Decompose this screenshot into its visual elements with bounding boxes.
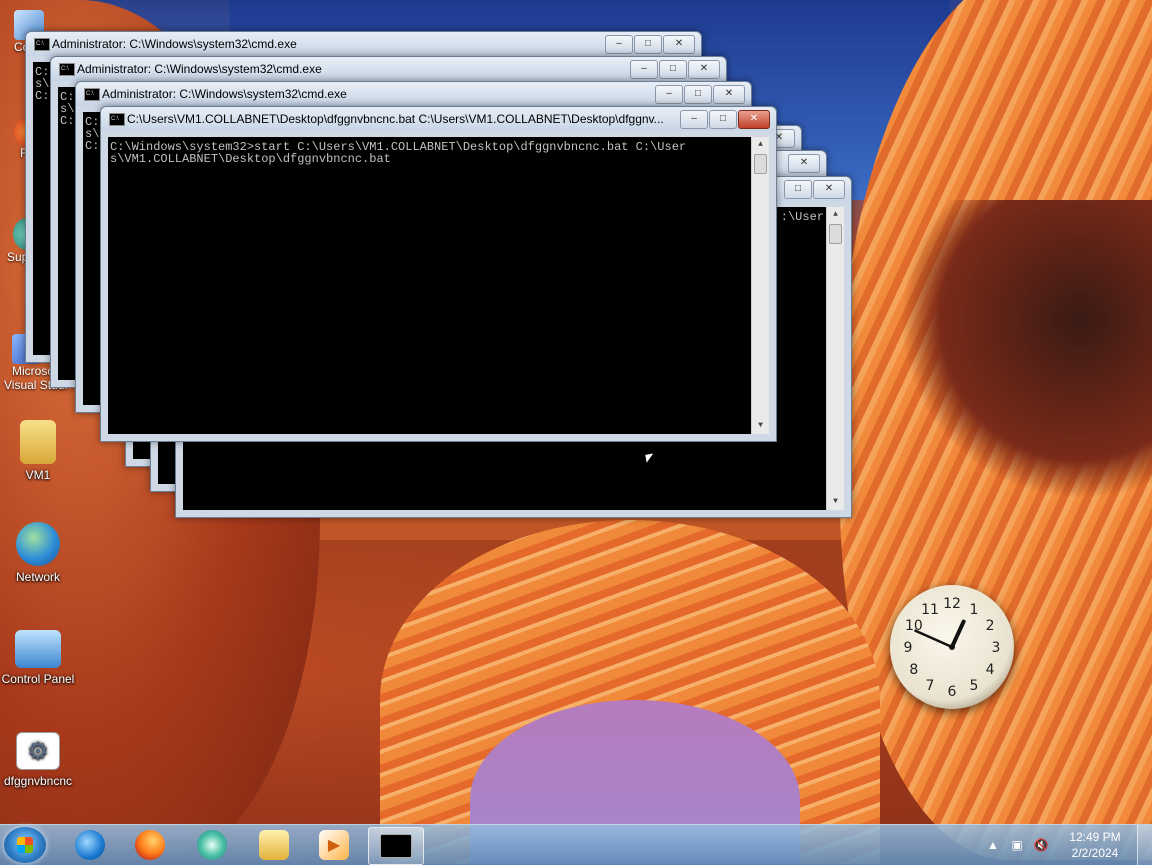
maximize-button[interactable]: □ (709, 110, 737, 129)
scroll-down-arrow-icon[interactable]: ▼ (752, 418, 769, 434)
internet-explorer-icon (75, 830, 105, 860)
desktop-icon-label: Network (15, 570, 60, 584)
clock-number: 11 (921, 602, 939, 618)
close-button[interactable]: ✕ (713, 85, 745, 104)
scroll-up-arrow-icon[interactable]: ▲ (827, 207, 844, 223)
close-button[interactable]: ✕ (813, 180, 845, 199)
taskbar-internet-explorer[interactable] (62, 827, 118, 863)
close-button[interactable]: ✕ (663, 35, 695, 54)
firefox-icon (135, 830, 165, 860)
minimize-button[interactable]: – (605, 35, 633, 54)
clock-number: 7 (926, 678, 935, 694)
start-button[interactable] (4, 827, 46, 863)
cmd-icon (84, 82, 100, 106)
minimize-button[interactable]: – (680, 110, 708, 129)
desktop-icon-dfggnvbncnc[interactable]: ⚙ dfggnvbncnc (0, 732, 76, 788)
scroll-up-arrow-icon[interactable]: ▲ (752, 137, 769, 153)
mouse-cursor (644, 452, 657, 465)
folder-user-icon (20, 420, 56, 464)
taskbar-cmd[interactable] (368, 827, 424, 865)
system-tray: ▲ ▣ 🔇 12:49 PM 2/2/2024 (981, 825, 1152, 865)
cmd-icon (380, 834, 412, 858)
file-explorer-icon (259, 830, 289, 860)
scroll-down-arrow-icon[interactable]: ▼ (827, 494, 844, 510)
clock-face: 12 1234567891011 (904, 596, 1001, 700)
control-panel-icon (15, 630, 61, 668)
swirl-app-icon (197, 830, 227, 860)
taskbar-firefox[interactable] (122, 827, 178, 863)
clock-gadget[interactable]: 12 1 2 3 4 5 6 7 8 9 10 11 (890, 585, 1014, 709)
desktop-icon-control-panel[interactable]: Control Panel (0, 630, 76, 686)
clock-number: 12 (943, 596, 961, 612)
desktop-icon-label: Control Panel (1, 672, 75, 686)
batch-file-gear-icon: ⚙ (16, 732, 60, 770)
taskbar: ▶ ▲ ▣ 🔇 12:49 PM 2/2/2024 (0, 824, 1152, 865)
taskbar-swirl-app[interactable] (184, 827, 240, 863)
clock-hour-hand (950, 619, 966, 649)
window-title: Administrator: C:\Windows\system32\cmd.e… (52, 37, 297, 51)
close-button[interactable]: ✕ (738, 110, 770, 129)
vertical-scrollbar[interactable]: ▲ ▼ (751, 137, 769, 434)
clock-number: 3 (992, 640, 1001, 656)
clock-number: 2 (986, 618, 995, 634)
close-button[interactable]: ✕ (688, 60, 720, 79)
media-player-icon: ▶ (319, 830, 349, 860)
scroll-thumb[interactable] (829, 224, 842, 244)
desktop-icon-label: VM1 (25, 468, 51, 482)
title-bar[interactable]: Administrator: C:\Windows\system32\cmd.e… (26, 32, 701, 56)
clock-number: 8 (909, 662, 918, 678)
taskbar-clock[interactable]: 12:49 PM 2/2/2024 (1059, 829, 1131, 861)
clock-number: 5 (970, 678, 979, 694)
show-hidden-icons-arrow-icon[interactable]: ▲ (983, 835, 1003, 855)
clock-number: 1 (970, 602, 979, 618)
title-bar[interactable]: Administrator: C:\Windows\system32\cmd.e… (51, 57, 726, 81)
minimize-button[interactable]: – (655, 85, 683, 104)
desktop-icon-label: dfggnvbncnc (3, 774, 73, 788)
console-area[interactable]: C:\Windows\system32>start C:\Users\VM1.C… (108, 137, 769, 434)
console-text: C:\Windows\system32>start C:\Users\VM1.C… (110, 140, 687, 166)
network-status-icon[interactable]: ▣ (1007, 835, 1027, 855)
maximize-button[interactable]: □ (684, 85, 712, 104)
maximize-button[interactable]: □ (634, 35, 662, 54)
time-text: 12:49 PM (1069, 830, 1121, 844)
cmd-icon (34, 32, 50, 56)
taskbar-media-player[interactable]: ▶ (306, 827, 362, 863)
window-title: Administrator: C:\Windows\system32\cmd.e… (102, 87, 347, 101)
taskbar-file-explorer[interactable] (246, 827, 302, 863)
cmd-window-front[interactable]: C:\Users\VM1.COLLABNET\Desktop\dfggnvbnc… (100, 106, 777, 442)
date-text: 2/2/2024 (1071, 846, 1119, 860)
scroll-thumb[interactable] (754, 154, 767, 174)
maximize-button[interactable]: □ (659, 60, 687, 79)
clock-minute-hand (914, 629, 954, 649)
clock-number: 6 (948, 684, 957, 700)
close-button[interactable]: ✕ (788, 154, 820, 173)
window-title: C:\Users\VM1.COLLABNET\Desktop\dfggnvbnc… (127, 112, 664, 126)
clock-number: 9 (904, 640, 913, 656)
cmd-icon (109, 107, 125, 131)
volume-muted-icon[interactable]: 🔇 (1031, 835, 1051, 855)
desktop-icon-vm1[interactable]: VM1 (0, 420, 76, 482)
window-title: Administrator: C:\Windows\system32\cmd.e… (77, 62, 322, 76)
clock-number: 4 (986, 662, 995, 678)
maximize-button[interactable]: □ (784, 180, 812, 199)
title-bar[interactable]: Administrator: C:\Windows\system32\cmd.e… (76, 82, 751, 106)
desktop-icon-network[interactable]: Network (0, 522, 76, 584)
network-globe-icon (16, 522, 60, 566)
vertical-scrollbar[interactable]: ▲ ▼ (826, 207, 844, 510)
minimize-button[interactable]: – (630, 60, 658, 79)
cmd-icon (59, 57, 75, 81)
show-desktop-button[interactable] (1137, 825, 1152, 865)
title-bar[interactable]: C:\Users\VM1.COLLABNET\Desktop\dfggnvbnc… (101, 107, 776, 131)
